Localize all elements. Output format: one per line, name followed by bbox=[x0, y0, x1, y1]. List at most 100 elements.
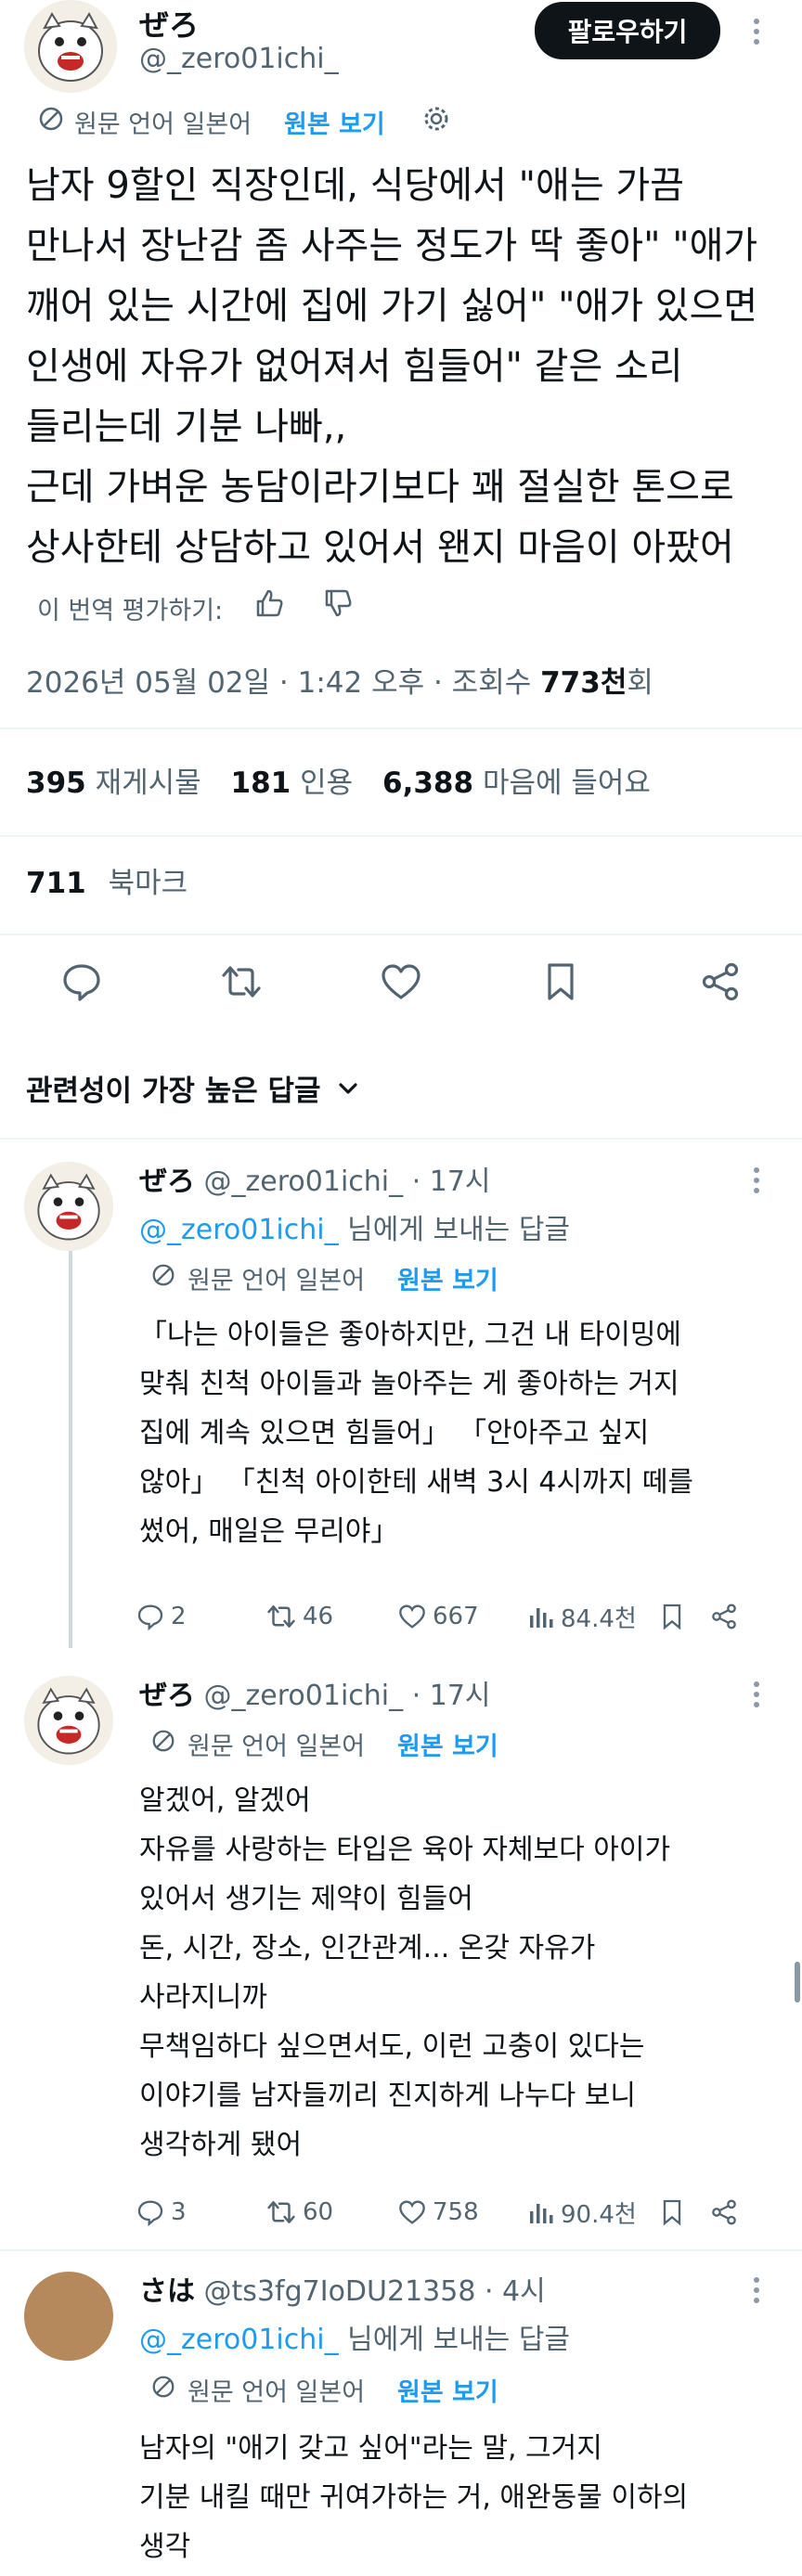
reposts-count: 395 bbox=[26, 766, 86, 800]
thumbs-down-icon[interactable] bbox=[321, 586, 355, 620]
reply-text: 알겠어, 알겠어 자유를 사랑하는 타입은 육아 자체보다 아이가 있어서 생기… bbox=[139, 1776, 780, 2170]
reply-action-bar: 2 46 667 84.4천 bbox=[136, 1598, 767, 1635]
scrollbar-thumb[interactable] bbox=[795, 1962, 800, 2003]
reply-text-line: 자유를 사랑하는 타입은 육아 자체보다 아이가 bbox=[139, 1834, 671, 1866]
like-heart-icon[interactable] bbox=[379, 960, 423, 1004]
post-text: 남자 9할인 직장인데, 식당에서 "애는 가끔 만나서 장난감 좀 사주는 정… bbox=[26, 156, 787, 578]
reply-text-line: 않아」 「친척 아이한테 새벽 3시 4시까지 떼를 bbox=[139, 1466, 693, 1499]
views-button[interactable]: 84.4천 bbox=[527, 1600, 657, 1634]
reply-time[interactable]: · 4시 bbox=[485, 2275, 546, 2308]
translate-icon bbox=[150, 1728, 176, 1754]
bookmark-icon[interactable] bbox=[657, 1602, 709, 1631]
bookmark-icon[interactable] bbox=[657, 2197, 709, 2227]
reply-time[interactable]: · 17시 bbox=[412, 1166, 491, 1198]
bookmark-icon[interactable] bbox=[538, 960, 583, 1004]
author-handle[interactable]: @_zero01ichi_ bbox=[139, 43, 339, 75]
post-text-line: 인생에 자유가 없어져서 힘들어" 같은 소리 bbox=[26, 345, 683, 388]
view-original-link[interactable]: 원본 보기 bbox=[284, 104, 385, 140]
reply-handle[interactable]: @ts3fg7IoDU21358 bbox=[204, 2275, 476, 2308]
reply-avatar[interactable] bbox=[24, 2272, 113, 2361]
post-text-line: 들리는데 기분 나빠,, bbox=[26, 406, 347, 448]
share-icon[interactable] bbox=[709, 1602, 739, 1631]
view-original-link[interactable]: 원본 보기 bbox=[397, 2372, 498, 2408]
reply-icon[interactable] bbox=[59, 960, 104, 1004]
reply-text-line: 무책임하다 싶으면서도, 이런 고충이 있다는 bbox=[139, 2030, 645, 2063]
reposts-label: 재게시물 bbox=[95, 766, 201, 800]
views-chart-icon bbox=[530, 1608, 553, 1628]
reply-avatar[interactable] bbox=[24, 1676, 113, 1765]
translate-icon bbox=[150, 2374, 176, 2400]
reply-header: ぜろ @_zero01ichi_ · 17시 bbox=[139, 1672, 491, 1713]
post-text-line: 상사한테 상담하고 있어서 왠지 마음이 아팠어 bbox=[26, 526, 734, 569]
quotes-label: 인용 bbox=[300, 766, 354, 800]
bookmarks-stat[interactable]: 711 북마크 bbox=[26, 859, 188, 901]
thumbs-up-icon[interactable] bbox=[252, 586, 286, 620]
reply-time[interactable]: · 17시 bbox=[412, 1680, 491, 1712]
share-icon[interactable] bbox=[698, 960, 743, 1004]
reply-count: 2 bbox=[171, 1603, 187, 1630]
reply-display-name[interactable]: ぜろ bbox=[139, 1680, 195, 1712]
author-avatar[interactable] bbox=[24, 0, 117, 93]
reply-text-line: 생각하게 됐어 bbox=[139, 2129, 303, 2161]
bookmarks-label: 북마크 bbox=[108, 867, 188, 900]
reposts-stat[interactable]: 395 재게시물 bbox=[26, 766, 211, 800]
settings-gear-icon[interactable] bbox=[421, 104, 451, 134]
post-text-line: 깨어 있는 시간에 집에 가기 싫어" "애가 있으면 bbox=[26, 285, 758, 328]
views-suffix: 회 bbox=[627, 666, 653, 700]
reply-text-line: 집에 계속 있으면 힘들어」 「안아주고 싶지 bbox=[139, 1417, 650, 1449]
translation-source-label: 원문 언어 일본어 bbox=[74, 110, 252, 139]
divider bbox=[0, 1138, 802, 1140]
more-options-icon[interactable] bbox=[754, 19, 761, 49]
view-count: 90.4천 bbox=[561, 2200, 637, 2229]
translation-source-label: 원문 언어 일본어 bbox=[188, 2378, 366, 2407]
bookmarks-count: 711 bbox=[26, 867, 86, 900]
reply-text-line: 이야기를 남자들끼리 진지하게 나누다 보니 bbox=[139, 2080, 636, 2112]
share-icon[interactable] bbox=[709, 2197, 739, 2227]
like-heart-icon bbox=[399, 1604, 425, 1629]
likes-stat[interactable]: 6,388 마음에 들어요 bbox=[382, 766, 651, 800]
reply-display-name[interactable]: ぜろ bbox=[139, 1166, 195, 1198]
post-text-line: 남자 9할인 직장인데, 식당에서 "애는 가끔 bbox=[26, 164, 684, 207]
translate-icon bbox=[150, 1262, 176, 1288]
reply-button[interactable]: 2 bbox=[136, 1602, 265, 1631]
translation-source-label: 원문 언어 일본어 bbox=[188, 1267, 366, 1295]
quotes-stat[interactable]: 181 인용 bbox=[231, 766, 362, 800]
reply-avatar[interactable] bbox=[24, 1162, 113, 1251]
reply-text-line: 썼어, 매일은 무리야」 bbox=[139, 1515, 399, 1548]
reply-to-handle[interactable]: @_zero01ichi_ bbox=[139, 2324, 339, 2356]
views-button[interactable]: 90.4천 bbox=[527, 2196, 657, 2230]
reply-sort-dropdown[interactable]: 관련성이 가장 높은 답글 bbox=[26, 1067, 360, 1109]
reply-display-name[interactable]: さは bbox=[139, 2275, 195, 2308]
reply-to-suffix: 님에게 보내는 답글 bbox=[347, 1214, 571, 1246]
post-text-line: 근데 가벼운 농담이라기보다 꽤 절실한 톤으로 bbox=[26, 466, 734, 509]
chevron-down-icon bbox=[336, 1076, 360, 1101]
more-options-icon[interactable] bbox=[754, 2277, 761, 2308]
repost-button[interactable]: 60 bbox=[265, 2196, 397, 2228]
repost-button[interactable]: 46 bbox=[265, 1601, 397, 1632]
reply-text-line: 돈, 시간, 장소, 인간관계... 온갖 자유가 bbox=[139, 1932, 596, 1964]
divider bbox=[0, 728, 802, 729]
like-button[interactable]: 667 bbox=[397, 1602, 527, 1631]
reply-handle[interactable]: @_zero01ichi_ bbox=[204, 1680, 404, 1712]
like-button[interactable]: 758 bbox=[397, 2197, 527, 2227]
view-original-link[interactable]: 원본 보기 bbox=[397, 1726, 498, 1762]
views-count[interactable]: 773천 bbox=[540, 666, 627, 700]
reply-handle[interactable]: @_zero01ichi_ bbox=[204, 1166, 404, 1198]
reply-to-handle[interactable]: @_zero01ichi_ bbox=[139, 1214, 339, 1246]
views-chart-icon bbox=[530, 2204, 553, 2223]
repost-icon bbox=[267, 2201, 295, 2223]
reply-to-line: @_zero01ichi_ 님에게 보내는 답글 bbox=[139, 2316, 570, 2357]
reply-text-line: 사라지니까 bbox=[139, 1981, 267, 2014]
repost-icon[interactable] bbox=[219, 960, 264, 1004]
thread-connector-line bbox=[69, 1251, 72, 1648]
reply-text-line: 기분 내킬 때만 귀여가하는 거, 애완동물 이하의 bbox=[139, 2481, 689, 2514]
reply-sort-label: 관련성이 가장 높은 답글 bbox=[26, 1075, 321, 1108]
follow-button[interactable]: 팔로우하기 bbox=[535, 2, 720, 59]
author-display-name[interactable]: ぜろ bbox=[139, 2, 199, 45]
reply-text-line: 알겠어, 알겠어 bbox=[139, 1784, 311, 1817]
view-original-link[interactable]: 원본 보기 bbox=[397, 1260, 498, 1296]
reply-button[interactable]: 3 bbox=[136, 2197, 265, 2227]
reply-header: さは @ts3fg7IoDU21358 · 4시 bbox=[139, 2268, 546, 2309]
more-options-icon[interactable] bbox=[754, 1681, 761, 1712]
more-options-icon[interactable] bbox=[754, 1167, 761, 1198]
